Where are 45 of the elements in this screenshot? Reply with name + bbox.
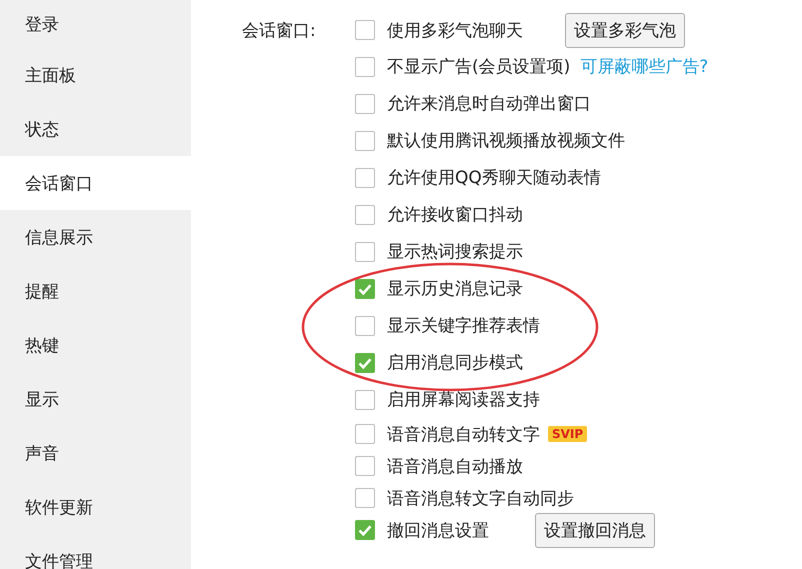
sidebar-item[interactable]: 登录	[0, 0, 191, 48]
checkbox[interactable]	[355, 242, 375, 262]
checkbox[interactable]	[355, 488, 375, 508]
settings-button[interactable]: 设置多彩气泡	[565, 12, 685, 48]
option-label: 允许接收窗口抖动	[387, 204, 523, 226]
checkbox[interactable]	[355, 456, 375, 476]
sidebar-item[interactable]: 软件更新	[0, 480, 191, 534]
option-label: 显示热词搜索提示	[387, 241, 523, 263]
checkbox[interactable]	[355, 316, 375, 336]
option-label: 启用消息同步模式	[387, 352, 523, 374]
section-label: 会话窗口:	[242, 20, 316, 42]
settings-button[interactable]: 设置撤回消息	[535, 512, 655, 548]
option-label: 默认使用腾讯视频播放视频文件	[387, 130, 625, 152]
option-label: 启用屏幕阅读器支持	[387, 389, 540, 411]
option-label: 显示历史消息记录	[387, 278, 523, 300]
option-label: 语音消息自动播放	[387, 456, 523, 478]
option-label: 允许来消息时自动弹出窗口	[387, 93, 591, 115]
checkbox[interactable]	[355, 168, 375, 188]
checkbox[interactable]	[355, 94, 375, 114]
option-label: 使用多彩气泡聊天	[387, 20, 523, 42]
sidebar-item[interactable]: 声音	[0, 426, 191, 480]
checkbox[interactable]	[355, 520, 375, 540]
sidebar-item[interactable]: 主面板	[0, 48, 191, 102]
checkbox[interactable]	[355, 424, 375, 444]
checkbox[interactable]	[355, 390, 375, 410]
option-label: 不显示广告(会员设置项)	[387, 56, 570, 78]
option-label: 撤回消息设置	[387, 520, 489, 542]
option-label: 语音消息转文字自动同步	[387, 488, 574, 510]
option-label: 允许使用QQ秀聊天随动表情	[387, 167, 601, 189]
checkbox[interactable]	[355, 278, 375, 298]
sidebar-item[interactable]: 会话窗口	[0, 156, 191, 210]
sidebar-item[interactable]: 提醒	[0, 264, 191, 318]
svip-badge: SVIP	[548, 426, 588, 442]
option-label: 语音消息自动转文字	[387, 424, 540, 446]
checkbox[interactable]	[355, 56, 375, 76]
sidebar-item[interactable]: 状态	[0, 102, 191, 156]
sidebar-item[interactable]: 信息展示	[0, 210, 191, 264]
sidebar-item[interactable]: 显示	[0, 372, 191, 426]
sidebar-item[interactable]: 文件管理	[0, 534, 191, 569]
checkbox[interactable]	[355, 204, 375, 224]
checkbox[interactable]	[355, 130, 375, 150]
checkbox[interactable]	[355, 20, 375, 40]
checkbox[interactable]	[355, 352, 375, 372]
option-label: 显示关键字推荐表情	[387, 315, 540, 337]
sidebar-item[interactable]: 热键	[0, 318, 191, 372]
